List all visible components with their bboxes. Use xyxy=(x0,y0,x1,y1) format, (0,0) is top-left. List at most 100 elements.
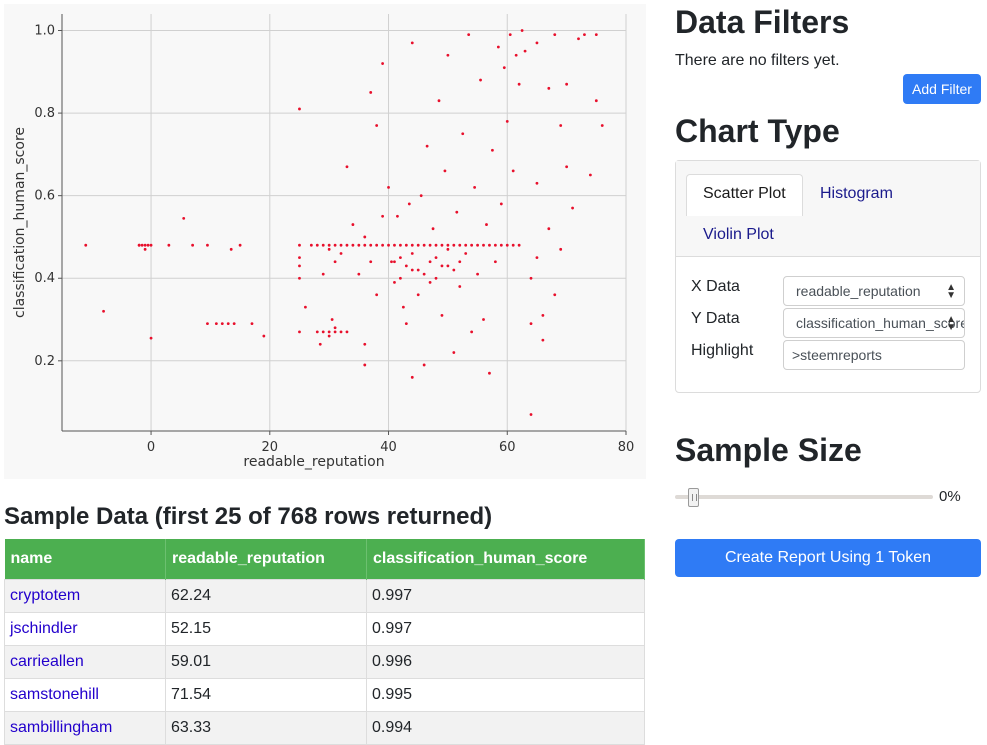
user-link[interactable]: sambillingham xyxy=(10,719,112,736)
column-header-readable-reputation[interactable]: readable_reputation xyxy=(165,539,367,579)
y-data-label: Y Data xyxy=(691,310,740,327)
data-point xyxy=(535,41,539,45)
scatter-plot-svg: 0 20 40 60 80 0.2 0.4 0.6 0.8 1.0 readable_reputat… xyxy=(12,14,634,470)
y-tick-label: 0.2 xyxy=(34,354,55,369)
data-point xyxy=(446,247,450,251)
data-point xyxy=(146,243,150,247)
data-point xyxy=(399,256,402,259)
data-point xyxy=(464,243,468,247)
sample-size-value: 0% xyxy=(939,488,961,505)
data-point xyxy=(318,342,322,346)
data-point xyxy=(499,243,503,247)
user-link[interactable]: carrieallen xyxy=(10,653,84,670)
data-point xyxy=(577,37,580,41)
column-header-name[interactable]: name xyxy=(4,539,166,579)
chart-type-title: Chart Type xyxy=(675,113,840,149)
data-point xyxy=(238,243,242,247)
data-point xyxy=(214,322,218,326)
y-data-select[interactable]: classification_human_score ▲ ▼ xyxy=(783,308,965,338)
data-point xyxy=(339,330,343,334)
data-point xyxy=(502,66,506,70)
data-point xyxy=(529,276,533,280)
data-point xyxy=(369,260,373,264)
data-point xyxy=(482,243,485,247)
data-point xyxy=(488,371,491,375)
data-point xyxy=(440,264,444,268)
data-point xyxy=(298,256,301,259)
data-point xyxy=(410,252,414,255)
chart-type-card: Scatter Plot Histogram Violin Plot X Dat… xyxy=(675,160,981,393)
data-point xyxy=(149,336,153,340)
data-point xyxy=(428,243,432,247)
data-point xyxy=(440,313,444,317)
data-point xyxy=(333,260,337,264)
data-point xyxy=(298,243,301,247)
data-point xyxy=(363,243,367,247)
user-link[interactable]: samstonehill xyxy=(10,686,99,703)
table-cell: 0.997 xyxy=(366,578,645,613)
data-point xyxy=(387,186,390,189)
data-point xyxy=(369,91,373,94)
table-cell: 0.996 xyxy=(366,644,645,679)
table-row: samstonehill 71.54 0.995 xyxy=(4,677,645,712)
tab-scatter-plot[interactable]: Scatter Plot xyxy=(686,174,803,216)
data-point xyxy=(416,293,420,297)
x-tick-label: 20 xyxy=(262,440,279,455)
data-point xyxy=(191,243,195,247)
data-point xyxy=(381,243,384,247)
y-tick-label: 0.6 xyxy=(34,189,55,204)
add-filter-button[interactable]: Add Filter xyxy=(903,74,981,104)
data-point xyxy=(428,280,432,284)
data-point xyxy=(333,243,337,247)
data-point xyxy=(369,243,373,247)
y-tick-label: 1.0 xyxy=(34,24,55,39)
data-point xyxy=(541,338,545,342)
data-point xyxy=(559,247,563,251)
tab-violin-plot[interactable]: Violin Plot xyxy=(687,215,790,255)
data-point xyxy=(594,99,598,103)
data-point xyxy=(102,309,105,313)
y-axis-label: classification_human_score xyxy=(12,127,28,318)
create-report-button[interactable]: Create Report Using 1 Token xyxy=(675,539,981,577)
data-point xyxy=(351,223,355,226)
x-tick-label: 0 xyxy=(147,440,155,455)
data-point xyxy=(514,53,518,57)
data-point xyxy=(479,78,482,82)
table-header-row: name readable_reputation classification_… xyxy=(4,539,645,579)
user-link[interactable]: cryptotem xyxy=(10,587,80,604)
data-point xyxy=(404,264,408,268)
data-point xyxy=(446,53,450,57)
data-point xyxy=(363,235,367,239)
data-point xyxy=(535,256,539,259)
data-point xyxy=(482,318,485,321)
data-point xyxy=(137,243,141,247)
table-cell: 62.24 xyxy=(165,578,367,613)
column-header-classification-human-score[interactable]: classification_human_score xyxy=(366,539,645,579)
table-row: jschindler 52.15 0.997 xyxy=(4,611,645,646)
data-point xyxy=(428,260,432,264)
data-point xyxy=(476,243,479,247)
chart-type-tabs: Scatter Plot Histogram Violin Plot xyxy=(676,161,980,257)
data-point xyxy=(387,243,390,247)
data-point xyxy=(511,169,515,173)
data-point xyxy=(143,243,147,247)
data-point xyxy=(309,243,313,247)
data-point xyxy=(327,247,331,251)
tab-histogram[interactable]: Histogram xyxy=(804,174,909,214)
data-point xyxy=(461,132,465,136)
data-point xyxy=(496,45,500,49)
highlight-input[interactable] xyxy=(783,340,965,370)
data-point xyxy=(339,243,343,247)
table-row: carrieallen 59.01 0.996 xyxy=(4,644,645,679)
sample-size-slider-thumb[interactable] xyxy=(688,488,699,507)
user-link[interactable]: jschindler xyxy=(10,620,78,637)
data-point xyxy=(327,243,331,247)
data-point xyxy=(410,41,414,45)
data-point xyxy=(553,293,557,297)
data-point xyxy=(399,243,402,247)
data-point xyxy=(541,313,545,317)
sample-size-slider-track[interactable] xyxy=(675,495,933,499)
x-data-select[interactable]: readable_reputation ▲ ▼ xyxy=(783,276,965,306)
data-point xyxy=(363,363,367,367)
data-point xyxy=(375,293,379,297)
